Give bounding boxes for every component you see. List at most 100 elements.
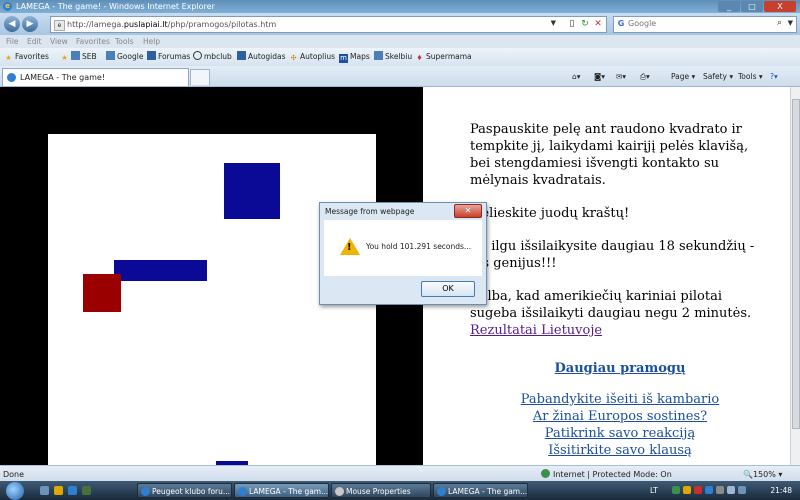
blue-square-top (224, 163, 280, 219)
ok-button[interactable]: OK (421, 281, 475, 297)
forward-button[interactable]: ▶ (22, 16, 38, 32)
close-button[interactable]: X (764, 1, 796, 12)
star-icon: ★ (5, 54, 12, 62)
read-mail-icon[interactable]: ✉▾ (616, 71, 626, 82)
ie-icon (437, 487, 446, 496)
menu-help[interactable]: Help (143, 36, 160, 47)
bookmark-icon (147, 51, 156, 60)
task-peugeot[interactable]: Peugeot klubo foru... (137, 483, 232, 498)
security-zone[interactable]: Internet | Protected Mode: On (541, 469, 672, 480)
more-heading[interactable]: Daugiau pramogų (470, 360, 770, 377)
fact-text: Kalba, kad amerikiečių kariniai pilotai … (470, 289, 752, 321)
system-tray: LT 21:48 (648, 481, 800, 500)
ie-icon: e (3, 2, 12, 11)
favorites-button[interactable]: ★ Favorites (4, 51, 49, 63)
tray-icon[interactable] (694, 486, 702, 494)
minimize-button[interactable]: _ (718, 1, 740, 12)
search-dropdown-icon[interactable]: ▼ (788, 19, 793, 27)
explorer-icon[interactable] (54, 486, 63, 495)
maximize-button[interactable]: □ (741, 1, 763, 12)
ie-quicklaunch-icon[interactable] (68, 486, 77, 495)
search-icon[interactable]: ⌕ (777, 18, 782, 28)
tab-row: LAMEGA - The game! ⌂▾ ◙▾ ✉▾ ⎙▾ Page ▾ Sa… (0, 66, 800, 87)
instructions-text: Paspauskite pelę ant raudono kvadrato ir… (470, 122, 749, 188)
link-capitals-quiz[interactable]: Ar žinai Europos sostines? (470, 408, 770, 425)
fav-forumas[interactable]: Forumas (147, 51, 190, 63)
favorites-bar: ★ Favorites ★ SEB Google Forumas mbclub Au… (0, 48, 800, 67)
alert-dialog: Message from webpage ✕ ! You hold 101.29… (319, 202, 487, 305)
stop-icon[interactable]: ✕ (592, 18, 604, 30)
tray-icon[interactable] (738, 486, 746, 494)
maps-icon: m (339, 54, 348, 63)
feeds-icon[interactable]: ◙▾ (594, 71, 605, 82)
fav-supermama[interactable]: ♦ Supermama (415, 51, 471, 63)
fav-skelbiu[interactable]: Skelbiu (374, 51, 412, 63)
search-box[interactable]: G ⌕ ▼ (613, 16, 797, 33)
tray-icon[interactable] (672, 486, 680, 494)
start-button[interactable] (6, 482, 24, 500)
fav-maps[interactable]: m Maps (339, 51, 370, 63)
refresh-icon[interactable]: ↻ (579, 18, 591, 30)
task-lamega-2[interactable]: LAMEGA - The gam... (433, 483, 528, 498)
address-dropdown-icon[interactable]: ▼ (551, 19, 556, 27)
menu-file[interactable]: File (6, 36, 19, 47)
address-bar[interactable]: e http://lamega.puslapiai.lt/php/pramogo… (50, 16, 607, 33)
magnifier-icon: 🔍 (743, 470, 753, 479)
fav-seb[interactable]: ★ SEB (60, 51, 97, 63)
new-tab-button[interactable] (190, 69, 210, 85)
home-icon[interactable]: ⌂▾ (572, 71, 581, 82)
tab-lamega[interactable]: LAMEGA - The game! (2, 68, 189, 86)
compatibility-icon[interactable]: ▯ (566, 18, 578, 30)
scrollbar-thumb[interactable] (792, 99, 800, 429)
supermama-icon: ♦ (416, 54, 423, 62)
address-url[interactable]: http://lamega.puslapiai.lt/php/pramogos/… (67, 19, 276, 30)
tray-icon[interactable] (683, 486, 691, 494)
results-link[interactable]: Rezultatai Lietuvoje (470, 323, 602, 338)
media-icon[interactable] (82, 486, 91, 495)
page-icon: e (54, 20, 65, 31)
show-desktop-icon[interactable] (40, 486, 49, 495)
google-icon: G (617, 19, 625, 28)
bookmark-icon (106, 51, 115, 60)
tray-icon[interactable] (705, 486, 713, 494)
menu-edit[interactable]: Edit (27, 36, 42, 47)
menu-favorites[interactable]: Favorites (76, 36, 110, 47)
link-reaction-test[interactable]: Patikrink savo reakciją (470, 425, 770, 442)
menu-tools[interactable]: Tools (115, 36, 133, 47)
help-icon[interactable]: ?▾ (770, 71, 778, 82)
menu-view[interactable]: View (50, 36, 68, 47)
mercedes-icon (193, 51, 202, 60)
clock[interactable]: 21:48 (770, 481, 792, 500)
tools-menu[interactable]: Tools ▾ (738, 71, 763, 82)
warning-text: Nelieskite juodų kraštų! (470, 206, 630, 221)
print-icon[interactable]: ⎙▾ (640, 71, 650, 82)
red-square-player[interactable] (83, 274, 121, 312)
fav-autoplius[interactable]: ✣ Autoplius (289, 51, 335, 63)
link-escape-room[interactable]: Pabandykite išeiti iš kambario (470, 391, 770, 408)
network-icon[interactable] (716, 486, 724, 494)
task-mouse-properties[interactable]: Mouse Properties (331, 483, 431, 498)
fav-autogidas[interactable]: Autogidas (237, 51, 286, 63)
window-title: LAMEGA - The game! - Windows Internet Ex… (16, 2, 215, 11)
status-bar: Done Internet | Protected Mode: On 🔍150%… (0, 465, 800, 482)
page-menu[interactable]: Page ▾ (671, 71, 695, 82)
search-input[interactable] (628, 18, 768, 29)
status-text: Done (3, 470, 25, 479)
blue-bar-left (114, 260, 207, 281)
vertical-scrollbar[interactable] (790, 87, 800, 465)
menu-bar: File Edit View Favorites Tools Help (0, 35, 800, 48)
taskbar: Peugeot klubo foru... LAMEGA - The gam..… (0, 481, 800, 500)
autoplius-icon: ✣ (290, 54, 297, 62)
dialog-close-button[interactable]: ✕ (454, 204, 482, 218)
fav-mbclub[interactable]: mbclub (193, 51, 232, 63)
back-button[interactable]: ◀ (4, 16, 20, 32)
link-hearing-test[interactable]: Išsitirkite savo klausą (470, 442, 770, 459)
star-add-icon: ★ (61, 54, 68, 62)
fav-google[interactable]: Google (106, 51, 143, 63)
language-indicator[interactable]: LT (650, 481, 658, 500)
volume-icon[interactable] (727, 486, 735, 494)
task-lamega-1[interactable]: LAMEGA - The gam... (234, 483, 329, 498)
zoom-control[interactable]: 🔍150% ▾ (743, 469, 782, 480)
safety-menu[interactable]: Safety ▾ (703, 71, 733, 82)
dialog-message: You hold 101.291 seconds... (366, 242, 472, 251)
